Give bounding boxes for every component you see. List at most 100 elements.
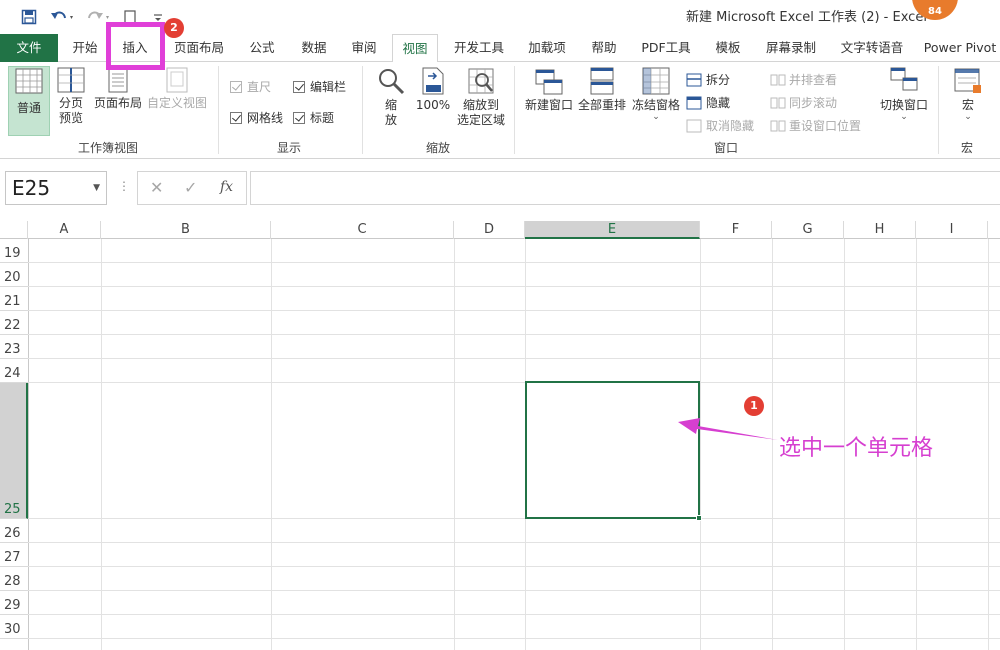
new-window-icon — [535, 69, 563, 95]
zoom-label-1: 缩 — [384, 98, 397, 112]
tab-pdf-tools[interactable]: PDF工具 — [634, 34, 698, 62]
table-row[interactable] — [28, 519, 1000, 543]
table-row[interactable] — [28, 335, 1000, 359]
hide-button[interactable]: 隐藏 — [686, 94, 730, 111]
new-window-button[interactable]: 新建窗口 — [522, 66, 576, 113]
tab-addins[interactable]: 加载项 — [520, 34, 574, 62]
tab-data[interactable]: 数据 — [292, 34, 336, 62]
split-button[interactable]: 拆分 — [686, 71, 730, 88]
tab-template[interactable]: 模板 — [706, 34, 750, 62]
group-label-macros: 宏 — [961, 141, 974, 155]
column-header-f[interactable]: F — [700, 221, 772, 239]
enter-icon[interactable]: ✓ — [184, 178, 197, 197]
tab-page-layout[interactable]: 页面布局 — [168, 34, 230, 62]
arrange-all-button[interactable]: 全部重排 — [576, 66, 628, 113]
row-header-27[interactable]: 27 — [0, 543, 28, 567]
hide-label: 隐藏 — [706, 96, 731, 110]
tab-view[interactable]: 视图 — [392, 34, 438, 63]
page-layout-view-button[interactable]: 页面布局 — [92, 66, 144, 111]
row-header-19[interactable]: 19 — [0, 239, 28, 263]
formula-controls: ✕ ✓ fx — [137, 171, 247, 205]
tab-review[interactable]: 审阅 — [342, 34, 386, 62]
row-header-29[interactable]: 29 — [0, 591, 28, 615]
table-row[interactable] — [28, 239, 1000, 263]
reset-window-position-button[interactable]: 重设窗口位置 — [770, 117, 861, 134]
tab-help[interactable]: 帮助 — [582, 34, 626, 62]
group-separator — [362, 66, 363, 154]
formula-bar-check — [293, 80, 305, 93]
zoom-100-button[interactable]: 100% — [414, 66, 452, 113]
zoom-100-icon — [422, 67, 444, 95]
headings-check — [293, 111, 305, 124]
name-box-value: E25 — [12, 176, 51, 200]
table-row[interactable] — [28, 543, 1000, 567]
column-header-a[interactable]: A — [28, 221, 101, 239]
macros-button[interactable]: 宏 ⌄ — [950, 66, 986, 125]
normal-view-button[interactable]: 普通 — [8, 66, 50, 136]
selected-cell-e25[interactable] — [525, 381, 702, 521]
tab-file[interactable]: 文件 — [0, 34, 58, 62]
column-header-e[interactable]: E — [525, 221, 700, 239]
reset-position-label: 重设窗口位置 — [789, 119, 862, 133]
row-header-25[interactable]: 25 — [0, 383, 28, 519]
step-badge-2: 2 — [164, 18, 184, 38]
row-header-30[interactable]: 30 — [0, 615, 28, 639]
gridlines-checkbox[interactable]: 网格线 — [230, 109, 283, 126]
row-header-26[interactable]: 26 — [0, 519, 28, 543]
table-row[interactable] — [28, 263, 1000, 287]
zoom-selection-label-1: 缩放到 — [462, 98, 499, 112]
row-header-22[interactable]: 22 — [0, 311, 28, 335]
column-header-i[interactable]: I — [916, 221, 988, 239]
zoom-button[interactable]: 缩 放 — [374, 66, 408, 128]
table-row[interactable] — [28, 359, 1000, 383]
row-header-21[interactable]: 21 — [0, 287, 28, 311]
name-box-dropdown-icon[interactable]: ▼ — [93, 172, 100, 204]
headings-checkbox[interactable]: 标题 — [293, 109, 334, 126]
tab-developer[interactable]: 开发工具 — [446, 34, 512, 62]
row-header-28[interactable]: 28 — [0, 567, 28, 591]
tab-screen-record[interactable]: 屏幕录制 — [758, 34, 824, 62]
column-header-h[interactable]: H — [844, 221, 916, 239]
headings-label: 标题 — [310, 111, 335, 125]
undo-icon[interactable] — [48, 7, 78, 27]
select-all-corner[interactable] — [0, 221, 28, 239]
unhide-button[interactable]: 取消隐藏 — [686, 117, 754, 134]
tab-formulas[interactable]: 公式 — [240, 34, 284, 62]
column-header-g[interactable]: G — [772, 221, 844, 239]
switch-windows-button[interactable]: 切换窗口 ⌄ — [876, 66, 932, 125]
ruler-checkbox[interactable]: 直尺 — [230, 78, 271, 95]
column-header-d[interactable]: D — [454, 221, 525, 239]
sync-scroll-button[interactable]: 同步滚动 — [770, 94, 837, 111]
side-by-side-icon — [770, 74, 786, 85]
column-header-c[interactable]: C — [271, 221, 454, 239]
row-header-20[interactable]: 20 — [0, 263, 28, 287]
table-row[interactable] — [28, 615, 1000, 639]
column-header-b[interactable]: B — [101, 221, 271, 239]
tab-text-to-speech[interactable]: 文字转语音 — [832, 34, 912, 62]
tab-home[interactable]: 开始 — [62, 34, 108, 62]
formula-bar-checkbox[interactable]: 编辑栏 — [293, 78, 346, 95]
hide-icon — [686, 96, 702, 109]
zoom-to-selection-button[interactable]: 缩放到 选定区域 — [454, 66, 508, 128]
table-row[interactable] — [28, 287, 1000, 311]
insert-function-icon[interactable]: fx — [220, 179, 233, 195]
cancel-icon[interactable]: ✕ — [150, 178, 163, 197]
row-header-24[interactable]: 24 — [0, 359, 28, 383]
page-break-preview-button[interactable]: 分页 预览 — [52, 66, 90, 126]
tab-power-pivot[interactable]: Power Pivot — [920, 34, 1000, 62]
row-header-23[interactable]: 23 — [0, 335, 28, 359]
fill-handle[interactable] — [696, 515, 702, 521]
name-box[interactable]: E25 ▼ — [5, 171, 107, 205]
table-row[interactable] — [28, 591, 1000, 615]
group-label-workbook-views: 工作簿视图 — [78, 141, 139, 155]
column-headers: A B C D E F G H I — [0, 221, 1000, 239]
unhide-icon — [686, 119, 702, 132]
view-side-by-side-button[interactable]: 并排查看 — [770, 71, 837, 88]
custom-views-button[interactable]: 自定义视图 — [146, 66, 208, 111]
table-row[interactable] — [28, 311, 1000, 335]
formula-input[interactable] — [250, 171, 1000, 205]
save-icon[interactable] — [18, 7, 40, 27]
table-row[interactable] — [28, 567, 1000, 591]
macros-icon — [954, 68, 981, 93]
freeze-panes-button[interactable]: 冻结窗格 ⌄ — [630, 66, 682, 125]
